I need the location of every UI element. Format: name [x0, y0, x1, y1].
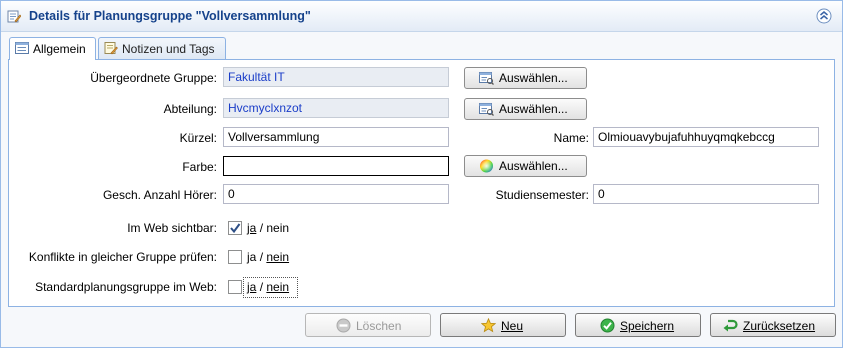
button-label: Auswählen...	[499, 71, 568, 85]
web-visible-checkbox[interactable]	[228, 221, 242, 235]
check-conflicts-label: Konflikte in gleicher Gruppe prüfen:	[28, 250, 217, 264]
button-label: Speichern	[620, 319, 675, 333]
checkmark-icon	[230, 223, 241, 234]
form-edit-icon	[7, 9, 22, 23]
picker-form-icon	[479, 102, 494, 116]
color-wheel-icon	[479, 159, 494, 173]
check-conflicts-checkbox[interactable]	[228, 250, 242, 264]
option-yes[interactable]: ja	[247, 250, 256, 264]
option-yes[interactable]: ja	[247, 221, 256, 235]
tab-allgemein[interactable]: Allgemein	[9, 37, 96, 60]
panel-title: Details für Planungsgruppe "Vollversamml…	[29, 9, 311, 23]
parent-group-field[interactable]: Fakultät IT	[223, 67, 449, 87]
select-department-button[interactable]: Auswählen...	[464, 98, 587, 120]
web-visible-label: Im Web sichtbar:	[127, 221, 217, 235]
option-no[interactable]: nein	[266, 280, 289, 294]
default-web-options: ja / nein	[247, 280, 289, 294]
select-parent-group-button[interactable]: Auswählen...	[464, 67, 587, 89]
semester-label: Studiensemester:	[495, 188, 589, 202]
default-web-checkbox[interactable]	[228, 280, 242, 294]
short-name-label: Kürzel:	[179, 131, 217, 145]
form-icon	[15, 41, 29, 55]
name-input[interactable]: Olmiouavybujafuhhuyqmqkebccg	[593, 127, 819, 147]
button-label: Auswählen...	[499, 102, 568, 116]
short-name-input[interactable]: Vollversammlung	[223, 127, 449, 147]
default-web-label: Standardplanungsgruppe im Web:	[35, 280, 217, 294]
option-yes[interactable]: ja	[247, 280, 256, 294]
check-circle-icon	[600, 318, 615, 333]
option-separator: /	[259, 250, 264, 264]
name-label: Name:	[553, 131, 589, 145]
option-separator: /	[259, 221, 264, 235]
tab-label: Notizen und Tags	[122, 42, 215, 56]
chevron-double-up-icon[interactable]	[816, 8, 832, 24]
button-label: Zurücksetzen	[743, 319, 816, 333]
note-edit-icon	[104, 41, 118, 55]
delete-button[interactable]: Löschen	[305, 313, 431, 337]
tab-label: Allgemein	[33, 42, 86, 56]
listeners-label: Gesch. Anzahl Hörer:	[102, 188, 217, 202]
undo-arrow-icon	[723, 318, 738, 333]
semester-input[interactable]: 0	[593, 184, 819, 204]
star-icon	[480, 317, 497, 333]
option-separator: /	[259, 280, 264, 294]
minus-circle-icon	[336, 318, 351, 333]
check-conflicts-options: ja / nein	[247, 250, 289, 264]
web-visible-options: ja / nein	[247, 221, 289, 235]
button-label: Löschen	[356, 319, 402, 333]
details-panel: Details für Planungsgruppe "Vollversamml…	[0, 0, 843, 348]
color-label: Farbe:	[182, 160, 217, 174]
listeners-input[interactable]: 0	[223, 184, 449, 204]
option-no[interactable]: nein	[266, 250, 289, 264]
new-button[interactable]: Neu	[440, 313, 566, 337]
department-field[interactable]: Hvcmyclxnzot	[223, 98, 449, 118]
tab-notizen-und-tags[interactable]: Notizen und Tags	[98, 37, 226, 59]
reset-button[interactable]: Zurücksetzen	[710, 313, 836, 337]
option-no[interactable]: nein	[266, 221, 289, 235]
form-body: Übergeordnete Gruppe: Fakultät IT Auswäh…	[8, 59, 835, 307]
parent-group-label: Übergeordnete Gruppe:	[90, 71, 217, 85]
picker-form-icon	[479, 71, 494, 85]
select-color-button[interactable]: Auswählen...	[464, 155, 587, 177]
button-label: Neu	[501, 319, 524, 333]
save-button[interactable]: Speichern	[575, 313, 701, 337]
color-input[interactable]	[223, 156, 449, 176]
button-label: Auswählen...	[499, 159, 568, 173]
department-label: Abteilung:	[163, 102, 217, 116]
panel-header: Details für Planungsgruppe "Vollversamml…	[1, 1, 842, 32]
